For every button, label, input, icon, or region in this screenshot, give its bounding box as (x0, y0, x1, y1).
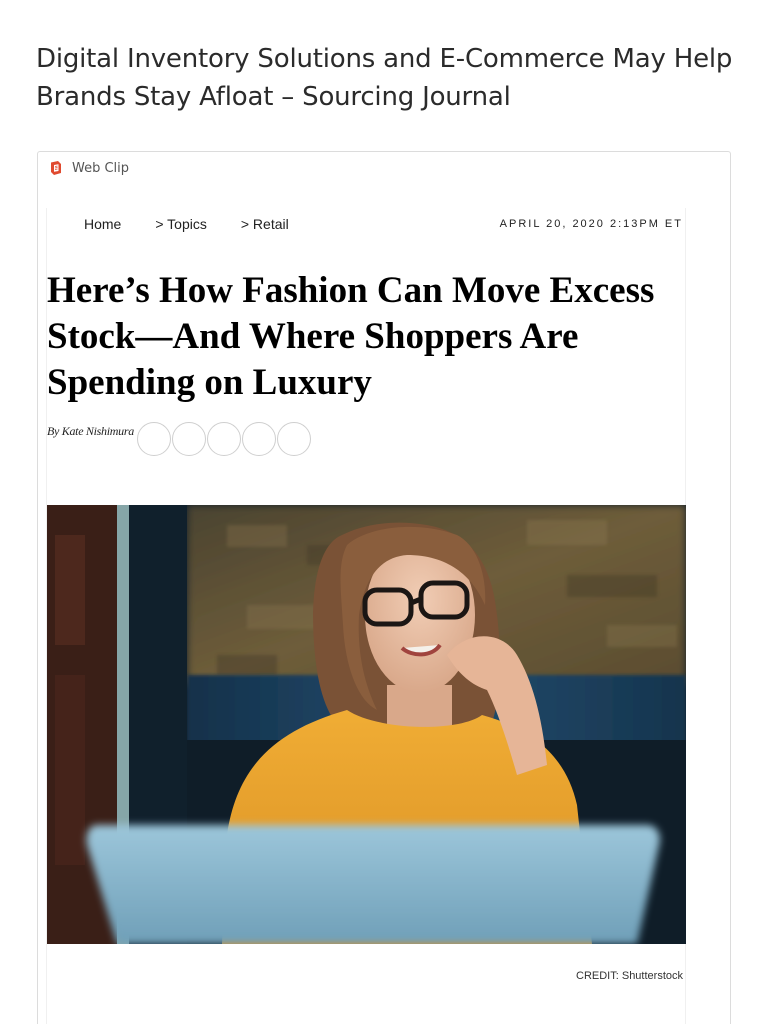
image-credit: CREDIT: Shutterstock (576, 970, 683, 982)
article: Home > Topics > Retail APRIL 20, 2020 2:… (46, 208, 686, 1024)
share-button-5[interactable] (276, 422, 311, 456)
share-button-1[interactable] (136, 422, 171, 456)
page-title: Digital Inventory Solutions and E-Commer… (36, 44, 733, 112)
article-date: APRIL 20, 2020 2:13PM ET (499, 218, 683, 230)
share-button-4[interactable] (241, 422, 276, 456)
hero-image (47, 505, 686, 944)
breadcrumb-topics[interactable]: > Topics (155, 216, 207, 232)
article-headline: Here’s How Fashion Can Move Excess Stock… (47, 270, 655, 403)
share-button-3[interactable] (206, 422, 241, 456)
woman-with-laptop-photo (47, 505, 686, 944)
share-buttons (136, 422, 312, 456)
byline: By Kate Nishimura (47, 424, 134, 438)
page: Digital Inventory Solutions and E-Commer… (0, 0, 768, 1024)
web-clip-card: Web Clip Home > Topics > Retail APRIL 20… (37, 151, 731, 1024)
breadcrumb: Home > Topics > Retail (84, 216, 289, 232)
breadcrumb-home[interactable]: Home (84, 216, 121, 232)
web-clip-label: Web Clip (72, 160, 130, 176)
web-clip-icon (51, 161, 61, 175)
breadcrumb-retail[interactable]: > Retail (241, 216, 289, 232)
share-button-2[interactable] (171, 422, 206, 456)
web-clip-header: Web Clip (48, 160, 129, 176)
byline-row: By Kate Nishimura (47, 422, 312, 456)
